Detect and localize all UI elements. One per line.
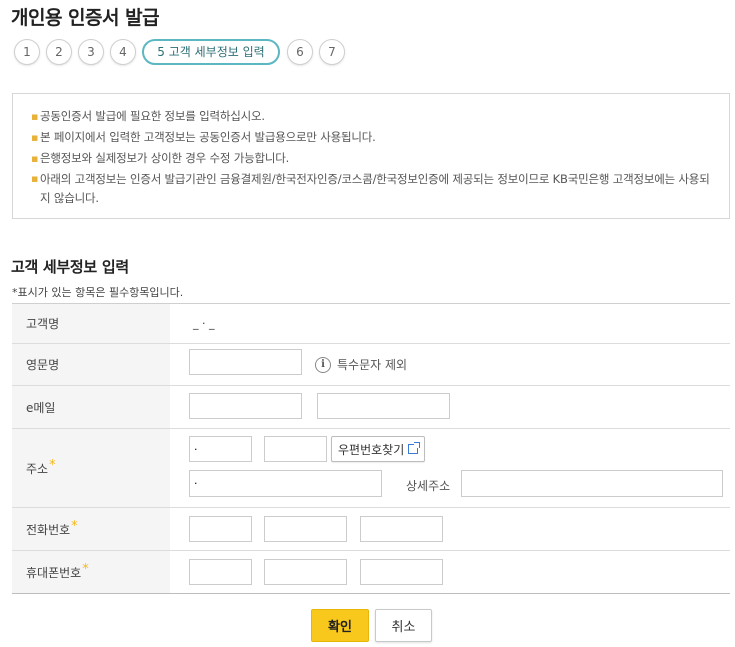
- row-mobile: 휴대폰번호 *: [12, 551, 730, 594]
- customer-detail-form: 고객명 _ · _ 영문명 i 특수문자 제외 e메일 주소* 우편번호찾기 상…: [12, 303, 730, 594]
- detail-address-label: 상세주소: [406, 479, 451, 493]
- english-name-input[interactable]: [189, 349, 302, 375]
- bullet-icon: ▪: [31, 110, 39, 123]
- email-domain-input[interactable]: [317, 393, 450, 419]
- bullet-icon: ▪: [31, 131, 39, 144]
- english-name-label: 영문명: [12, 344, 170, 385]
- phone-part2-input[interactable]: [264, 516, 347, 542]
- email-local-input[interactable]: [189, 393, 302, 419]
- row-english-name: 영문명 i 특수문자 제외: [12, 344, 730, 386]
- phone-part3-input[interactable]: [360, 516, 443, 542]
- find-zip-code-button[interactable]: 우편번호찾기: [331, 436, 426, 462]
- row-phone: 전화번호 *: [12, 508, 730, 551]
- notice-box: ▪ 공동인증서 발급에 필요한 정보를 입력하십시오. ▪ 본 페이지에서 입력한 …: [12, 93, 730, 219]
- base-address-input[interactable]: [189, 470, 382, 497]
- mobile-part1-input[interactable]: [189, 559, 252, 585]
- phone-label: 전화번호 *: [12, 508, 170, 550]
- phone-part1-input[interactable]: [189, 516, 252, 542]
- notice-item: ▪ 아래의 고객정보는 인증서 발급기관인 금융결제원/한국전자인증/코스콤/한국…: [31, 169, 717, 208]
- step-7: 7: [319, 39, 345, 65]
- email-label: e메일: [12, 386, 170, 428]
- confirm-button[interactable]: 확인: [311, 609, 369, 642]
- customer-name-label: 고객명: [12, 304, 170, 343]
- step-4: 4: [110, 39, 136, 65]
- notice-item: ▪ 은행정보와 실제정보가 상이한 경우 수정 가능합니다.: [31, 148, 717, 169]
- required-star-icon: *: [71, 518, 78, 534]
- step-5-active: 5 고객 세부정보 입력: [142, 39, 280, 65]
- customer-name-value: _ · _: [193, 317, 215, 330]
- required-note: *표시가 있는 항목은 필수항목입니다.: [12, 286, 184, 299]
- step-3: 3: [78, 39, 104, 65]
- required-star-icon: *: [49, 457, 56, 473]
- row-email: e메일: [12, 386, 730, 429]
- step-2: 2: [46, 39, 72, 65]
- page-title: 개인용 인증서 발급: [11, 7, 160, 29]
- row-address: 주소* 우편번호찾기 상세주소: [12, 429, 730, 508]
- bullet-icon: ▪: [31, 172, 39, 185]
- address-label: 주소 *: [12, 429, 170, 507]
- row-customer-name: 고객명 _ · _: [12, 304, 730, 344]
- detail-address-input[interactable]: [461, 470, 723, 497]
- bullet-icon: ▪: [31, 152, 39, 165]
- external-link-icon: [408, 442, 421, 454]
- required-star-icon: *: [82, 561, 89, 577]
- section-title: 고객 세부정보 입력: [11, 258, 129, 276]
- notice-item: ▪ 공동인증서 발급에 필요한 정보를 입력하십시오.: [31, 106, 717, 127]
- zip-code-second-input[interactable]: [264, 436, 327, 462]
- cancel-button[interactable]: 취소: [375, 609, 432, 642]
- notice-item: ▪ 본 페이지에서 입력한 고객정보는 공동인증서 발급용으로만 사용됩니다.: [31, 127, 717, 148]
- info-icon: i: [315, 356, 331, 373]
- english-name-hint: i 특수문자 제외: [315, 356, 407, 373]
- step-6: 6: [287, 39, 313, 65]
- mobile-part3-input[interactable]: [360, 559, 443, 585]
- mobile-part2-input[interactable]: [264, 559, 347, 585]
- step-1: 1: [14, 39, 40, 65]
- mobile-label: 휴대폰번호 *: [12, 551, 170, 593]
- zip-code-first-input[interactable]: [189, 436, 252, 462]
- notice-list: ▪ 공동인증서 발급에 필요한 정보를 입력하십시오. ▪ 본 페이지에서 입력한 …: [13, 94, 729, 208]
